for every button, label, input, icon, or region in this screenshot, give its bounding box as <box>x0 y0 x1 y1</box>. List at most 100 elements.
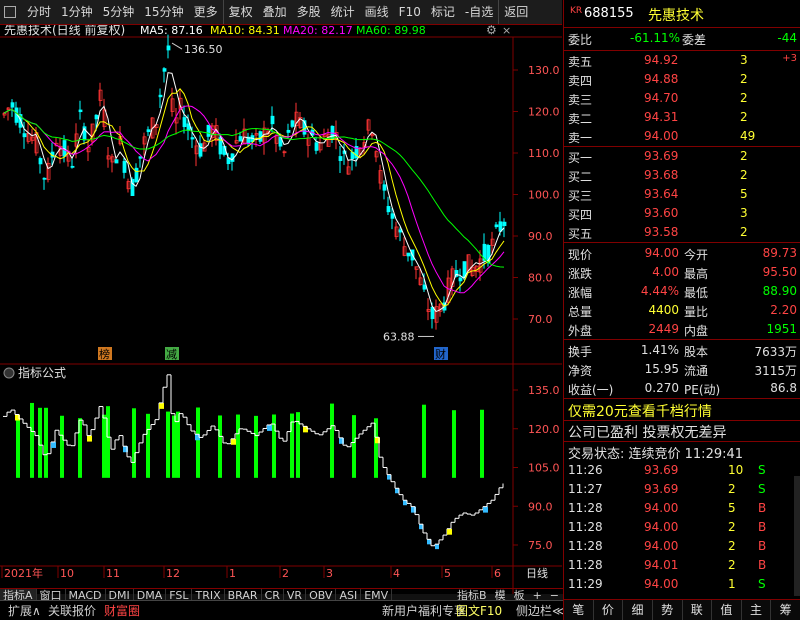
quote-tool-4[interactable]: 联 <box>683 600 713 620</box>
toolbar-button-12[interactable]: -自选 <box>460 0 498 24</box>
bid-row[interactable]: 买二 93.68 2 <box>564 166 800 185</box>
tick-scrollbar[interactable] <box>794 476 800 596</box>
stat-label: 外盘 <box>568 324 593 338</box>
bid-label: 买三 <box>568 189 593 203</box>
stat2-row: 净资 15.95 流通 3115万 <box>564 360 800 379</box>
ask-row[interactable]: 卖二 94.31 2 <box>564 108 800 127</box>
stock-name: 先惠技术 <box>648 8 704 24</box>
ask-row[interactable]: 卖三 94.70 2 <box>564 89 800 108</box>
ask-label: 卖五 <box>568 55 593 69</box>
legend-ma20: MA20: 82.17 <box>283 25 353 37</box>
toolbar-button-1[interactable]: 1分钟 <box>56 0 98 24</box>
bottom-left-1[interactable]: 关联报价 <box>44 601 100 620</box>
toolbar-button-0[interactable]: 分时 <box>22 0 56 24</box>
quote-panel: KR 688155 先惠技术 委比 -61.11% 委差 -44 卖五 94.92 3 +3 卖四 94… <box>563 0 800 620</box>
toolbar-button-9[interactable]: 画线 <box>360 0 394 24</box>
indicator-bar <box>60 415 64 478</box>
ask-label: 卖四 <box>568 74 593 88</box>
ask-row[interactable]: 卖四 94.88 2 <box>564 70 800 89</box>
stat-value: 2.20 <box>770 303 797 317</box>
quote-tool-7[interactable]: 筹 <box>771 600 800 620</box>
bid-label: 买一 <box>568 151 593 165</box>
toolbar-button-11[interactable]: 标记 <box>426 0 460 24</box>
stat-row: 涨幅 4.44% 最低 88.90 <box>564 282 800 301</box>
bottom-left-0[interactable]: 扩展∧ <box>4 601 45 620</box>
quote-tool-2[interactable]: 细 <box>623 600 653 620</box>
toolbar-button-13[interactable]: 返回 <box>498 0 533 24</box>
ask-row[interactable]: 卖一 94.00 49 <box>564 127 800 146</box>
tick-side: B <box>758 520 767 534</box>
divider <box>564 339 800 340</box>
event-marker-bang[interactable]: 榜 <box>99 347 110 361</box>
candle-body <box>406 252 411 257</box>
chart-area[interactable]: 先惠技术(日线 前复权) MA5: 87.16 MA10: 84.31 MA20: 8… <box>0 25 562 620</box>
tick-volume: 2 <box>728 520 736 534</box>
stat2-label: PE(动) <box>684 383 721 397</box>
tick-time: 11:28 <box>568 520 603 534</box>
ma20-line <box>3 105 505 294</box>
bid-label: 买四 <box>568 208 593 222</box>
xtick-label: 1 <box>229 567 236 580</box>
tick-side: S <box>758 577 766 591</box>
tick-time: 11:28 <box>568 539 603 553</box>
bid-row[interactable]: 买五 93.58 2 <box>564 223 800 242</box>
bid-row[interactable]: 买一 93.69 2 <box>564 147 800 166</box>
ytick-label: 110.0 <box>528 147 560 160</box>
xtick-label: 6 <box>494 567 501 580</box>
close-icon[interactable]: × <box>502 25 511 37</box>
ask-row[interactable]: 卖五 94.92 3 +3 <box>564 51 800 70</box>
bid-row[interactable]: 买三 93.64 5 <box>564 185 800 204</box>
toolbar-button-2[interactable]: 5分钟 <box>98 0 140 24</box>
tick-price: 94.01 <box>644 558 679 572</box>
promo-link[interactable]: 仅需20元查看千档行情 <box>564 400 800 420</box>
toolbar-button-8[interactable]: 统计 <box>326 0 360 24</box>
indicator-bar <box>236 414 240 478</box>
stat-label: 最低 <box>684 286 709 300</box>
bid-volume: 5 <box>740 187 748 201</box>
quote-tool-1[interactable]: 价 <box>594 600 624 620</box>
stat-label: 今开 <box>684 248 709 262</box>
indicator-bar <box>480 409 484 478</box>
legend-ma10: MA10: 84.31 <box>210 25 280 37</box>
quote-tool-5[interactable]: 值 <box>712 600 742 620</box>
candle-body <box>182 117 187 128</box>
tick-time: 11:27 <box>568 482 603 496</box>
quote-tool-0[interactable]: 笔 <box>564 600 594 620</box>
candle-body <box>390 213 395 219</box>
bottom-right-2[interactable]: 侧边栏≪ <box>512 601 569 620</box>
ytick-label: 80.0 <box>528 272 553 285</box>
calendar-icon[interactable] <box>4 6 16 18</box>
stat-label: 最高 <box>684 267 709 281</box>
period-label[interactable]: 日线 <box>526 566 548 580</box>
candle-body <box>286 129 291 133</box>
bid-row[interactable]: 买四 93.60 3 <box>564 204 800 223</box>
toolbar-button-5[interactable]: 复权 <box>222 0 258 24</box>
candle-body <box>22 133 27 138</box>
diff-label: 委差 <box>682 33 707 47</box>
bottom-left-2[interactable]: 财富圈 <box>100 601 144 620</box>
quote-tool-3[interactable]: 势 <box>653 600 683 620</box>
event-marker-cai[interactable]: 财 <box>435 347 446 361</box>
event-marker-jian[interactable]: 减 <box>166 348 177 361</box>
ask-price: 94.92 <box>644 53 679 67</box>
stat-value: 2449 <box>648 322 679 336</box>
toolbar-button-10[interactable]: F10 <box>394 0 426 24</box>
candle-body <box>162 68 167 72</box>
candle-body <box>78 109 83 113</box>
ask-label: 卖一 <box>568 131 593 145</box>
toolbar-button-4[interactable]: 更多 <box>189 0 223 24</box>
settings-icon[interactable]: ⚙ <box>486 25 497 37</box>
toolbar-button-3[interactable]: 15分钟 <box>139 0 188 24</box>
toolbar-button-7[interactable]: 多股 <box>292 0 326 24</box>
step-block <box>159 402 164 409</box>
xtick-label: 2021年 <box>4 566 43 580</box>
collapse-icon[interactable] <box>3 367 15 379</box>
candle-body <box>494 224 499 228</box>
bottom-right-1[interactable]: 图文F10 <box>452 601 506 620</box>
tick-row: 11:26 93.69 10 S <box>564 461 800 480</box>
ask-change: +3 <box>782 53 797 64</box>
quote-tool-6[interactable]: 主 <box>742 600 772 620</box>
indicator-bar <box>30 402 34 478</box>
ind-ytick-label: 75.0 <box>528 539 553 552</box>
toolbar-button-6[interactable]: 叠加 <box>258 0 292 24</box>
